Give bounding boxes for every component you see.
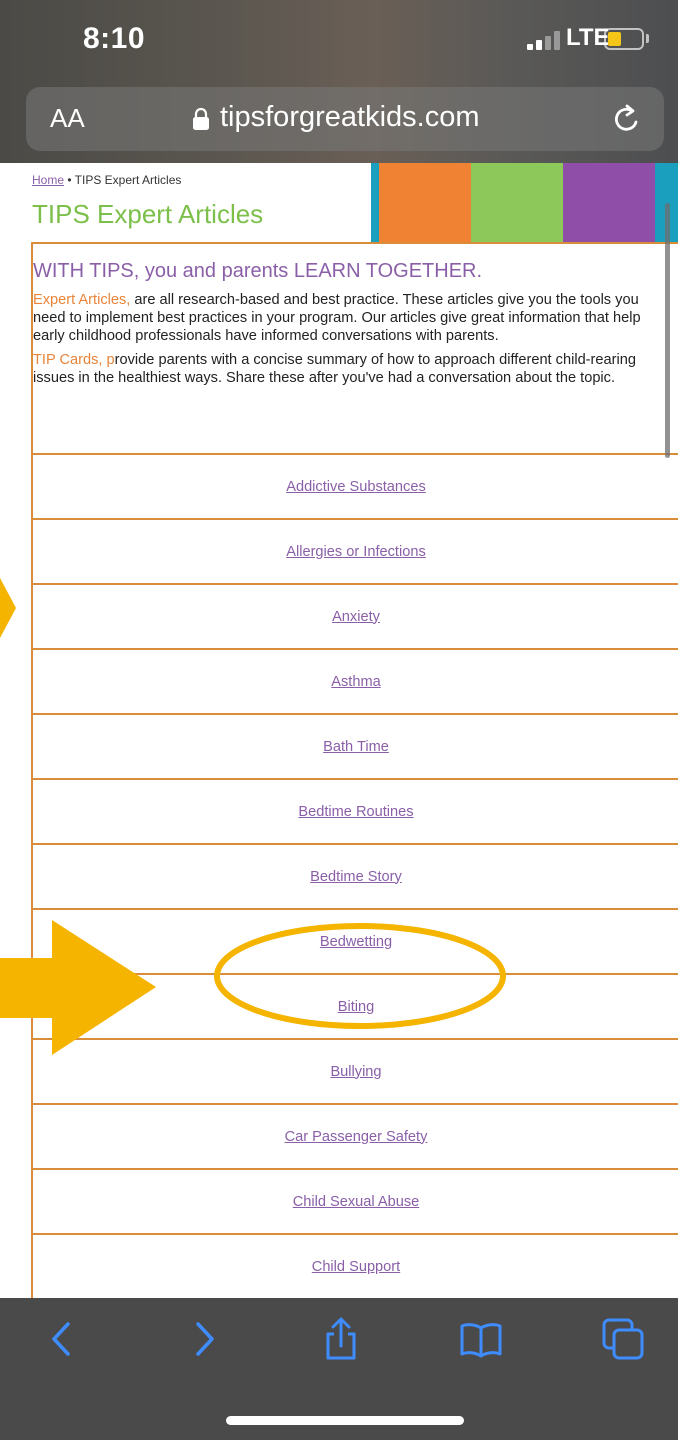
battery-tip <box>646 34 649 43</box>
intro-heading: WITH TIPS, you and parents LEARN TOGETHE… <box>33 260 483 282</box>
lock-icon <box>193 107 209 130</box>
forward-arrow-icon[interactable] <box>180 1316 226 1362</box>
article-row-bedtime-routines[interactable]: Bedtime Routines <box>33 778 678 843</box>
intro-section: WITH TIPS, you and parents LEARN TOGETHE… <box>33 244 678 387</box>
battery-icon <box>604 28 644 50</box>
article-row-bedtime-story[interactable]: Bedtime Story <box>33 843 678 908</box>
header-color-blocks <box>371 163 678 244</box>
article-list: Addictive Substances Allergies or Infect… <box>33 453 678 1298</box>
web-content: Home • TIPS Expert Articles TIPS Expert … <box>0 163 678 1298</box>
article-row-bath-time[interactable]: Bath Time <box>33 713 678 778</box>
annotation-arrow-icon <box>0 920 156 1055</box>
battery-level <box>608 32 621 46</box>
home-indicator[interactable] <box>226 1416 464 1425</box>
browser-bottom-toolbar <box>0 1298 678 1440</box>
breadcrumb-current: TIPS Expert Articles <box>74 173 182 187</box>
article-link[interactable]: Bedtime Routines <box>298 804 413 820</box>
article-link[interactable]: Bedtime Story <box>310 869 402 885</box>
intro-paragraph-expert-articles: Expert Articles, are all research-based … <box>33 291 678 345</box>
article-link[interactable]: Addictive Substances <box>286 479 426 495</box>
text-size-label: AA <box>50 103 85 133</box>
article-row-addictive-substances[interactable]: Addictive Substances <box>33 453 678 518</box>
article-row-allergies-or-infections[interactable]: Allergies or Infections <box>33 518 678 583</box>
article-link[interactable]: Bath Time <box>323 739 389 755</box>
status-bar: 8:10 LTE <box>0 0 678 80</box>
browser-top-chrome: 8:10 LTE AA tipsforgreatkids.com <box>0 0 678 163</box>
article-link[interactable]: Child Support <box>312 1259 400 1275</box>
article-row-child-support[interactable]: Child Support <box>33 1233 678 1298</box>
article-link[interactable]: Anxiety <box>332 609 380 625</box>
address-bar[interactable]: AA tipsforgreatkids.com <box>26 87 664 151</box>
bookmarks-icon[interactable] <box>458 1316 504 1362</box>
article-link[interactable]: Allergies or Infections <box>286 544 426 560</box>
reload-icon[interactable] <box>610 102 644 136</box>
article-link[interactable]: Car Passenger Safety <box>285 1129 428 1145</box>
page-title: TIPS Expert Articles <box>32 199 264 229</box>
intro-paragraph-tip-cards: TIP Cards, provide parents with a concis… <box>33 351 678 387</box>
article-row-child-sexual-abuse[interactable]: Child Sexual Abuse <box>33 1168 678 1233</box>
breadcrumb-separator: • <box>64 173 75 187</box>
article-link[interactable]: Bullying <box>330 1064 381 1080</box>
tip-cards-highlight: TIP Cards, p <box>33 352 115 368</box>
article-row-asthma[interactable]: Asthma <box>33 648 678 713</box>
article-row-anxiety[interactable]: Anxiety <box>33 583 678 648</box>
annotation-arrow-icon <box>0 578 16 638</box>
article-link[interactable]: Child Sexual Abuse <box>293 1194 420 1210</box>
status-time: 8:10 <box>83 22 146 55</box>
expert-articles-highlight: Expert Articles, <box>33 292 131 308</box>
back-arrow-icon[interactable] <box>40 1316 86 1362</box>
articles-box: WITH TIPS, you and parents LEARN TOGETHE… <box>31 242 678 1298</box>
tabs-icon[interactable] <box>600 1316 646 1362</box>
signal-icon <box>527 30 563 50</box>
tip-cards-text: rovide parents with a concise summary of… <box>33 352 636 386</box>
text-size-button[interactable]: AA <box>50 103 85 134</box>
url-text[interactable]: tipsforgreatkids.com <box>220 101 480 134</box>
share-icon[interactable] <box>318 1316 364 1362</box>
breadcrumb: Home • TIPS Expert Articles <box>32 173 181 187</box>
article-row-car-passenger-safety[interactable]: Car Passenger Safety <box>33 1103 678 1168</box>
network-label: LTE <box>566 24 610 51</box>
breadcrumb-home-link[interactable]: Home <box>32 173 64 187</box>
annotation-circle-icon <box>214 923 506 1029</box>
scrollbar[interactable] <box>665 203 670 458</box>
article-link[interactable]: Asthma <box>331 674 380 690</box>
